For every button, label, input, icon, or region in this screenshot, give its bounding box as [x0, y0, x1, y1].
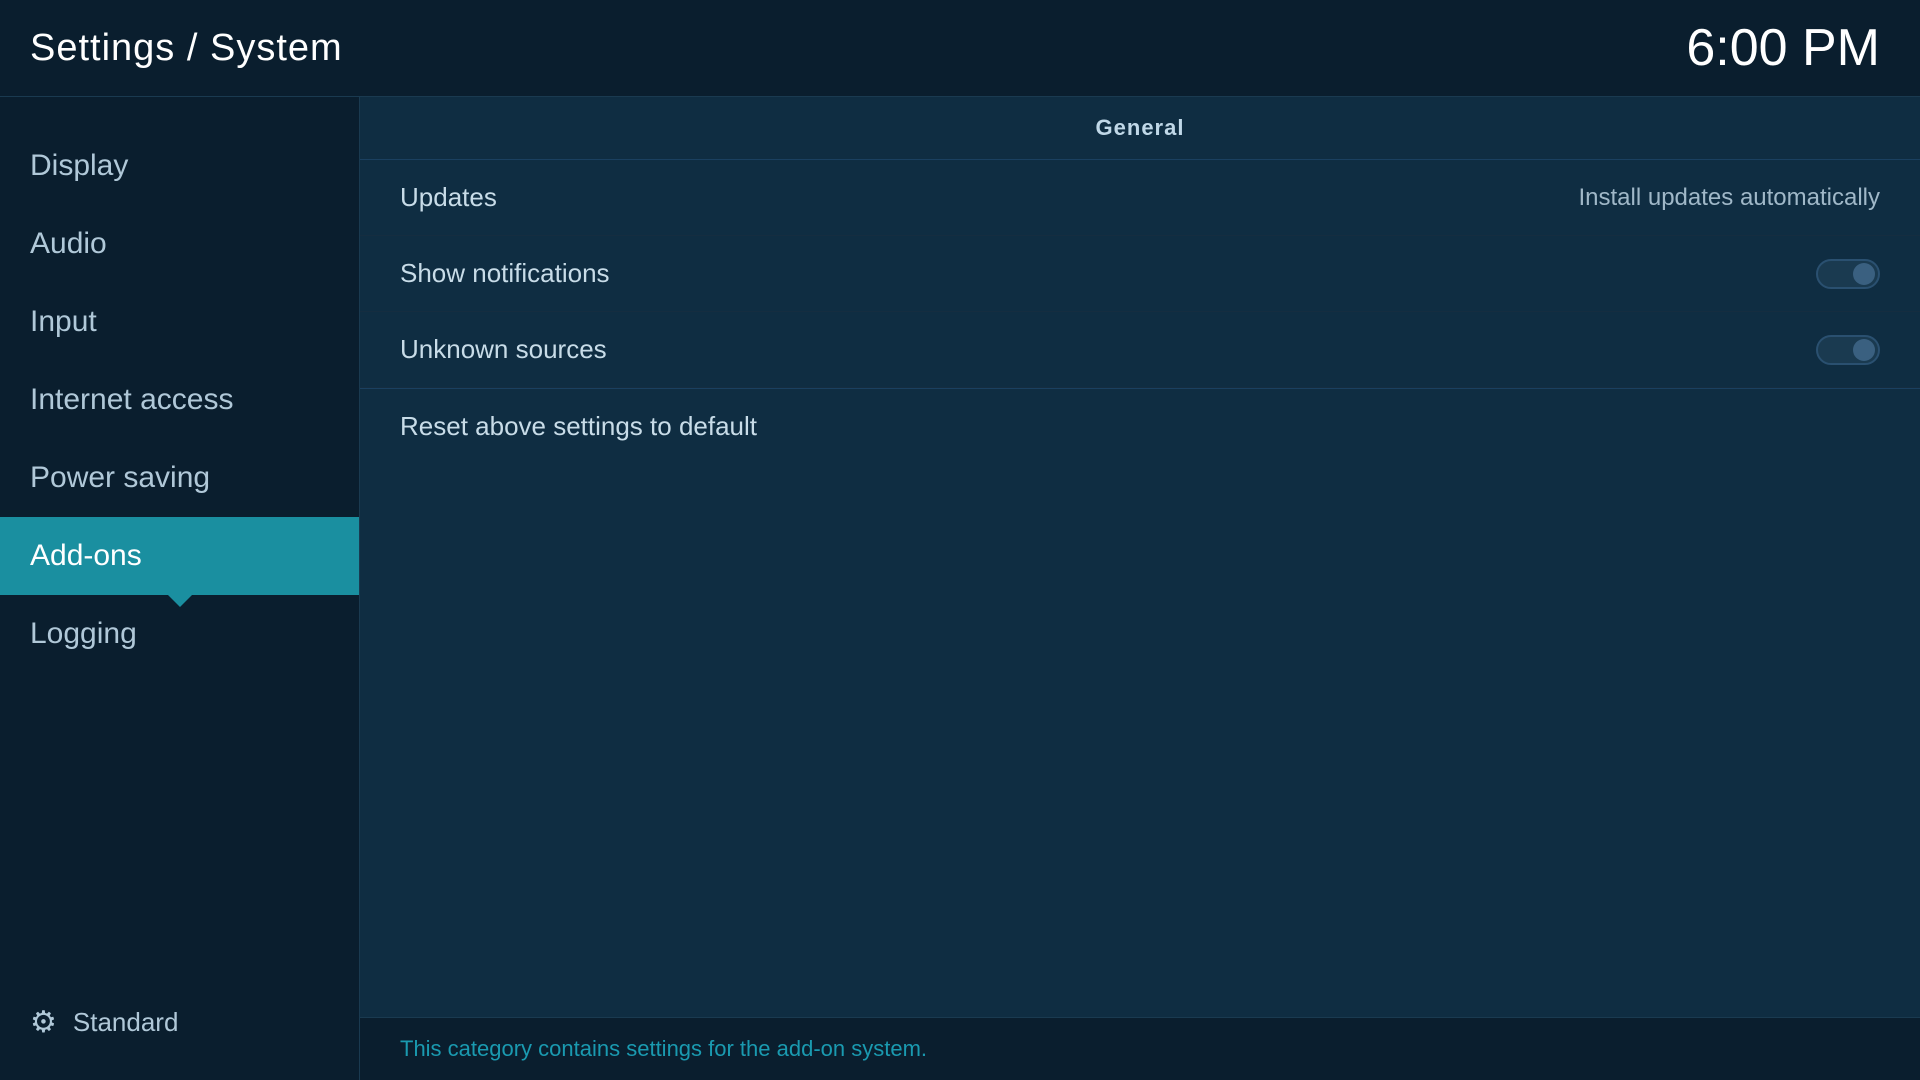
unknown-sources-label: Unknown sources — [400, 334, 607, 365]
sidebar-item-input[interactable]: Input — [0, 283, 359, 361]
panel-content: General Updates Install updates automati… — [360, 97, 1920, 1017]
sidebar-item-display[interactable]: Display — [0, 127, 359, 205]
reset-row[interactable]: Reset above settings to default — [360, 388, 1920, 464]
updates-value: Install updates automatically — [1579, 184, 1881, 212]
sidebar-item-audio[interactable]: Audio — [0, 205, 359, 283]
clock: 6:00 PM — [1686, 18, 1880, 78]
header: Settings / System 6:00 PM — [0, 0, 1920, 97]
main-content: Display Audio Input Internet access Powe… — [0, 97, 1920, 1080]
show-notifications-label: Show notifications — [400, 258, 610, 289]
show-notifications-toggle[interactable] — [1816, 259, 1880, 289]
footer-text: This category contains settings for the … — [400, 1036, 927, 1061]
unknown-sources-toggle[interactable] — [1816, 335, 1880, 365]
sidebar-bottom: ⚙ Standard — [0, 985, 359, 1060]
gear-icon: ⚙ — [30, 1005, 57, 1040]
settings-row-show-notifications[interactable]: Show notifications — [360, 236, 1920, 312]
sidebar-standard-label: Standard — [73, 1007, 179, 1038]
reset-label: Reset above settings to default — [400, 411, 757, 442]
toggle-knob-2 — [1853, 339, 1875, 361]
toggle-knob — [1853, 263, 1875, 285]
sidebar-item-logging[interactable]: Logging — [0, 595, 359, 673]
sidebar-item-power-saving[interactable]: Power saving — [0, 439, 359, 517]
sidebar-nav: Display Audio Input Internet access Powe… — [0, 97, 359, 673]
settings-row-unknown-sources[interactable]: Unknown sources — [360, 312, 1920, 388]
section-header: General — [360, 97, 1920, 160]
sidebar-item-internet-access[interactable]: Internet access — [0, 361, 359, 439]
updates-label: Updates — [400, 182, 497, 213]
sidebar-item-add-ons[interactable]: Add-ons — [0, 517, 359, 595]
page-title: Settings / System — [30, 27, 343, 70]
panel-footer: This category contains settings for the … — [360, 1017, 1920, 1080]
settings-row-updates[interactable]: Updates Install updates automatically — [360, 160, 1920, 236]
sidebar: Display Audio Input Internet access Powe… — [0, 97, 360, 1080]
right-panel: General Updates Install updates automati… — [360, 97, 1920, 1080]
